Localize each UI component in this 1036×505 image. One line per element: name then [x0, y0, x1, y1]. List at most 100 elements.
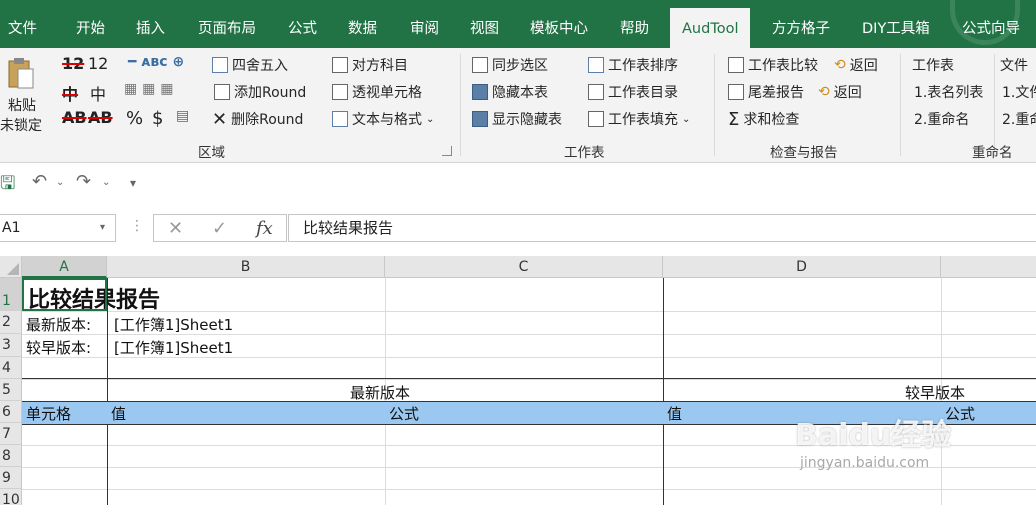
tab-diy-toolbox[interactable]: DIY工具箱 [862, 0, 930, 48]
cell-b2[interactable]: [工作簿1]Sheet1 [114, 314, 233, 335]
return-button-2[interactable]: ⟲ 返回 [818, 81, 862, 103]
sheet-index-button[interactable]: 工作表目录 [588, 81, 678, 103]
cell-b6[interactable]: 值 [111, 403, 126, 424]
tab-home[interactable]: 开始 [76, 0, 105, 48]
file-list-button[interactable]: 1.文件 [1002, 81, 1036, 103]
name-box-dropdown-icon[interactable]: ▾ [100, 222, 105, 233]
cell-d6[interactable]: 值 [667, 403, 682, 424]
paste-label[interactable]: 粘贴 [8, 94, 36, 116]
dollar-icon[interactable]: $ [152, 108, 163, 129]
return-button-1[interactable]: ⟲ 返回 [834, 54, 878, 76]
grid-icons[interactable]: ▦ ▦ ▦ [124, 81, 173, 97]
row-header-1[interactable]: 1 [0, 278, 22, 311]
undo-dropdown-icon[interactable]: ⌄ [56, 177, 64, 188]
rename-file-button[interactable]: 2.重命 [1002, 108, 1036, 130]
glyph-ab[interactable]: AB [88, 108, 113, 127]
add-round-button[interactable]: 添加Round [214, 81, 306, 103]
formula-input[interactable]: 比较结果报告 [288, 214, 1036, 242]
column-header-a[interactable]: A [22, 256, 107, 278]
column-header-d[interactable]: D [663, 256, 941, 278]
tab-help[interactable]: 帮助 [620, 0, 649, 48]
tab-fangfanggezi[interactable]: 方方格子 [772, 0, 830, 48]
rounding-report-button[interactable]: 尾差报告 [728, 81, 804, 103]
sum-check-button[interactable]: Σ 求和检查 [728, 108, 799, 130]
watermark-url: jingyan.baidu.com [800, 455, 930, 471]
save-icon[interactable]: 🖫 [0, 171, 15, 201]
customize-toolbar-icon[interactable]: ▾ [130, 176, 136, 190]
chevron-down-icon: ⌄ [426, 113, 435, 125]
percent-icon[interactable]: % [126, 108, 143, 129]
confirm-icon[interactable]: ✓ [212, 218, 227, 239]
row-header-3[interactable]: 3 [0, 334, 22, 357]
cell-b3[interactable]: [工作簿1]Sheet1 [114, 337, 233, 358]
cell-c6[interactable]: 公式 [389, 403, 419, 424]
sheet-compare-button[interactable]: 工作表比较 [728, 54, 818, 76]
tab-file[interactable]: 文件 [8, 0, 37, 48]
select-all-corner[interactable] [0, 256, 22, 278]
dash-abc-icon[interactable]: ━ ᴀʙᴄ ⊕ [128, 54, 184, 70]
cell-d5-earlier[interactable]: 较早版本 [905, 382, 965, 403]
glyph-ab-strike[interactable]: AB [62, 108, 87, 127]
row-header-4[interactable]: 4 [0, 357, 22, 379]
column-header-e[interactable] [941, 256, 1036, 278]
cell-b5-latest[interactable]: 最新版本 [350, 382, 410, 403]
column-header-b[interactable]: B [107, 256, 385, 278]
calc-icon[interactable]: ▤ [176, 108, 189, 124]
tab-review[interactable]: 审阅 [410, 0, 439, 48]
name-box[interactable]: A1 [0, 214, 116, 242]
sheet-sort-icon [588, 57, 604, 73]
undo-icon[interactable]: ↶ [32, 171, 47, 192]
insert-function-icon[interactable]: fx [256, 218, 273, 239]
paste-icon[interactable] [8, 56, 34, 90]
tab-audtool[interactable]: AudTool [670, 8, 751, 48]
quick-access-toolbar: 🖫 ↶ ⌄ ↷ ⌄ ▾ [0, 163, 1036, 201]
more-icon: ⋮ [130, 218, 144, 234]
redo-icon[interactable]: ↷ [76, 171, 91, 192]
rename-sheet-button[interactable]: 2.重命名 [914, 108, 969, 130]
glyph-12[interactable]: 12 [88, 54, 108, 73]
sheet-compare-label: 工作表比较 [748, 58, 818, 74]
checkbox-icon [472, 57, 488, 73]
sheet-index-icon [588, 84, 604, 100]
cancel-icon[interactable]: ✕ [168, 218, 183, 239]
sheet-sort-label: 工作表排序 [608, 58, 678, 74]
gridline [22, 489, 1036, 490]
delete-round-button[interactable]: ✕ 删除Round [212, 108, 303, 130]
glyph-12-strike[interactable]: 12 [62, 54, 84, 73]
sync-selection-button[interactable]: 同步选区 [472, 54, 548, 76]
tab-formulas[interactable]: 公式 [288, 0, 317, 48]
cell-a2[interactable]: 最新版本: [26, 314, 91, 335]
tab-view[interactable]: 视图 [470, 0, 499, 48]
row-header-9[interactable]: 9 [0, 467, 22, 489]
sheet-fill-button[interactable]: 工作表填充 ⌄ [588, 108, 690, 130]
round-button[interactable]: 四舍五入 [212, 54, 288, 76]
row-header-2[interactable]: 2 [0, 311, 22, 334]
tab-insert[interactable]: 插入 [136, 0, 165, 48]
separator [714, 54, 715, 156]
sheet-sort-button[interactable]: 工作表排序 [588, 54, 678, 76]
row-header-10[interactable]: 10 [0, 489, 22, 505]
hide-sheet-button[interactable]: 隐藏本表 [472, 81, 548, 103]
row-header-7[interactable]: 7 [0, 423, 22, 445]
dialog-launcher-icon[interactable] [442, 146, 452, 156]
cell-a3[interactable]: 较早版本: [26, 337, 91, 358]
row-header-5[interactable]: 5 [0, 379, 22, 401]
unlocked-label[interactable]: 未锁定 [0, 114, 42, 136]
redo-dropdown-icon[interactable]: ⌄ [102, 177, 110, 188]
tab-data[interactable]: 数据 [348, 0, 377, 48]
tab-template-center[interactable]: 模板中心 [530, 0, 588, 48]
counter-account-button[interactable]: 对方科目 [332, 54, 408, 76]
show-hidden-button[interactable]: 显示隐藏表 [472, 108, 562, 130]
glyph-zhong[interactable]: 中 [90, 81, 106, 105]
trace-cell-button[interactable]: 透视单元格 [332, 81, 422, 103]
text-format-button[interactable]: 文本与格式 ⌄ [332, 108, 434, 130]
glyph-zhong-strike[interactable]: 中 [62, 81, 78, 105]
sheet-name-list-button[interactable]: 1.表名列表 [914, 81, 983, 103]
row-header-8[interactable]: 8 [0, 445, 22, 467]
cell-a6[interactable]: 单元格 [26, 403, 71, 424]
ribbon: 粘贴 未锁定 12 12 中 中 AB AB ━ ᴀʙᴄ ⊕ ▦ ▦ ▦ % $… [0, 48, 1036, 163]
row-header-6[interactable]: 6 [0, 401, 22, 423]
tab-page-layout[interactable]: 页面布局 [198, 0, 256, 48]
round-icon [212, 57, 228, 73]
column-header-c[interactable]: C [385, 256, 663, 278]
